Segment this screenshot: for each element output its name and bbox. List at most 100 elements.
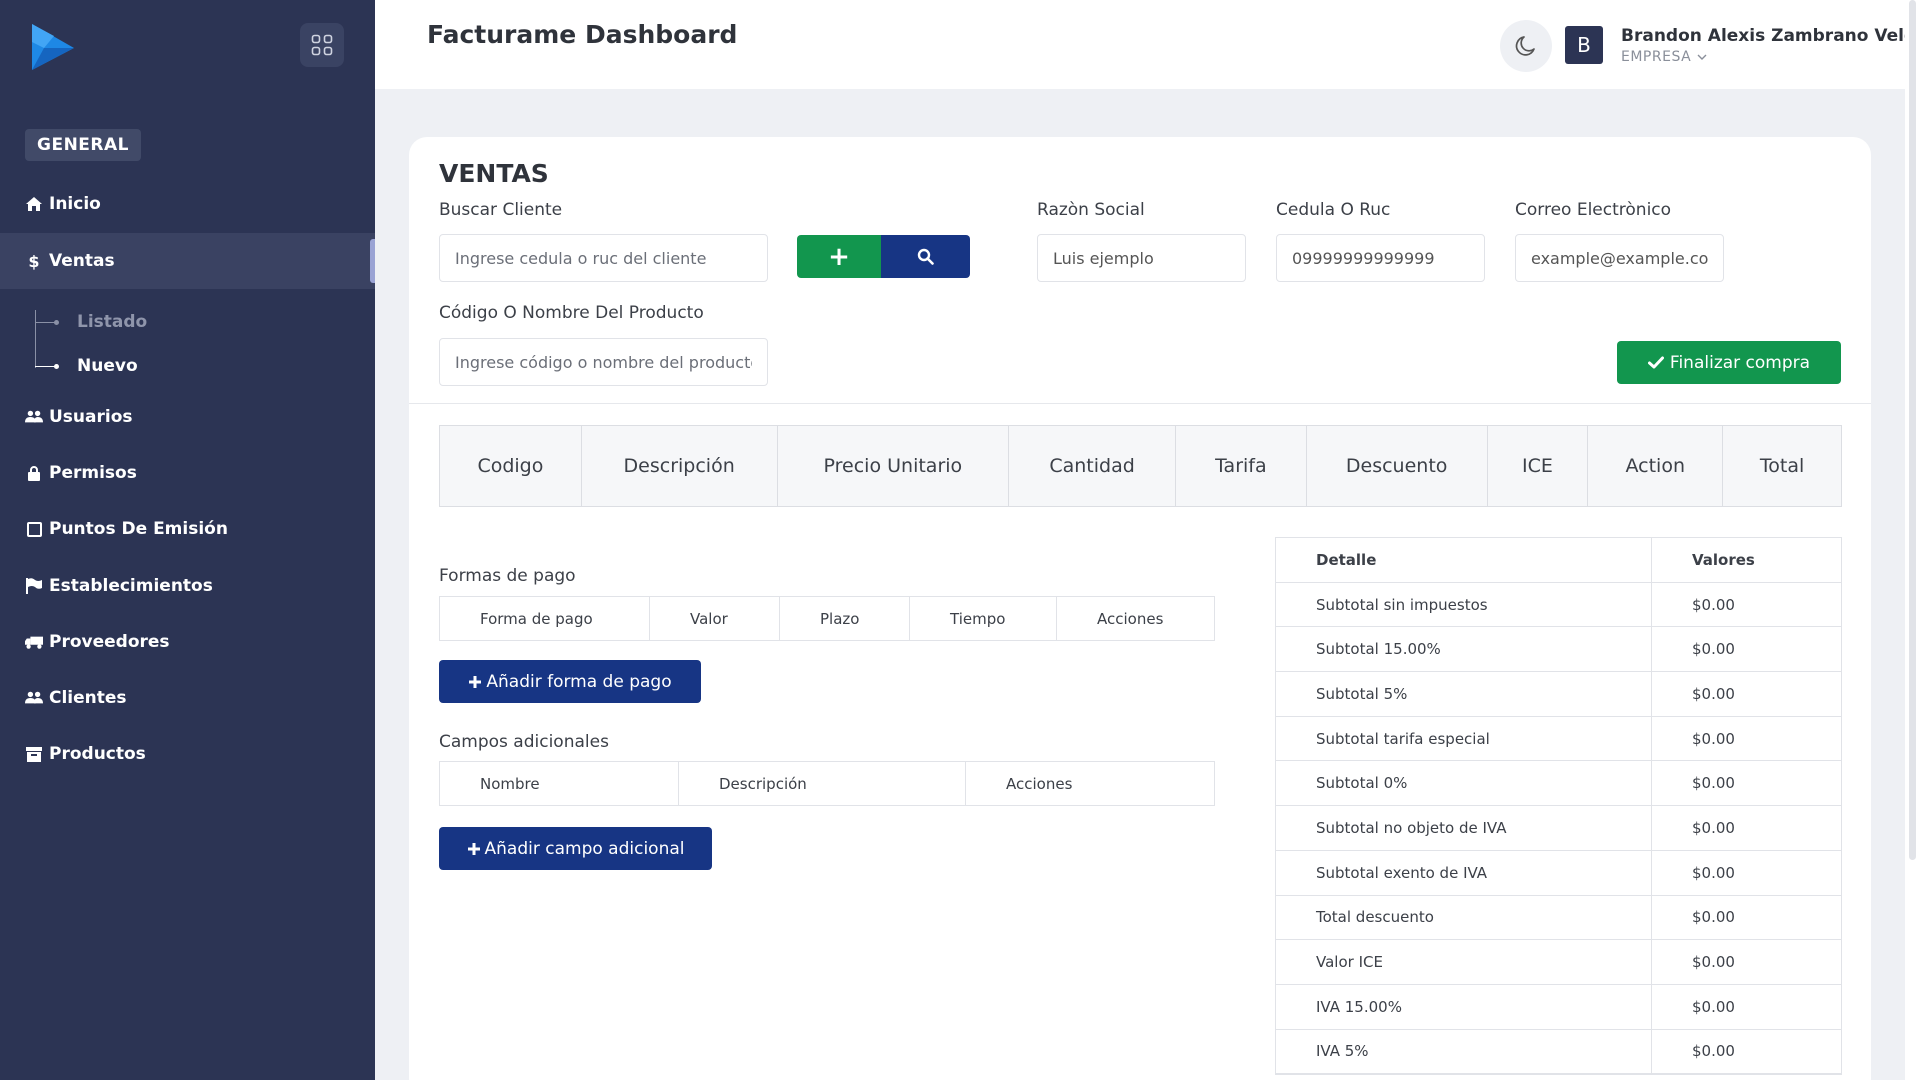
table-row: Subtotal sin impuestos $0.00 [1276, 582, 1841, 628]
totals-value: $0.00 [1692, 729, 1735, 748]
apps-grid-button[interactable] [300, 23, 344, 67]
search-icon [917, 248, 934, 265]
column-header: Descripción [582, 426, 778, 506]
totals-value: $0.00 [1692, 818, 1735, 837]
app-logo-icon[interactable] [28, 22, 76, 72]
sidebar-item-label: Establecimientos [49, 576, 213, 596]
sidebar-item-proveedores[interactable]: Proveedores [0, 614, 375, 670]
top-header: Facturame Dashboard B Brandon Alexis Zam… [375, 0, 1920, 89]
sidebar-item-usuarios[interactable]: Usuarios [0, 389, 375, 445]
buscar-cliente-input[interactable] [439, 234, 768, 282]
sidebar-item-ventas[interactable]: $ Ventas [0, 233, 375, 289]
correo-input[interactable] [1515, 234, 1724, 282]
dollar-icon: $ [28, 251, 40, 271]
finalizar-compra-button[interactable]: Finalizar compra [1617, 341, 1841, 384]
users-icon [25, 409, 43, 425]
column-header: Tiempo [910, 597, 1057, 640]
submenu-label: Listado [77, 312, 148, 332]
avatar[interactable]: B [1565, 26, 1603, 64]
sidebar-item-inicio[interactable]: Inicio [0, 176, 375, 232]
sidebar-item-label: Ventas [49, 251, 115, 271]
grid-icon [311, 34, 333, 56]
ventas-card: VENTAS Buscar Cliente + Razòn Social Ced… [409, 137, 1871, 1080]
theme-toggle-button[interactable] [1500, 20, 1552, 72]
divider [409, 403, 1871, 404]
sidebar-item-establecimientos[interactable]: Establecimientos [0, 558, 375, 614]
moon-icon [1515, 36, 1535, 56]
plus-icon [467, 842, 480, 855]
archive-icon [25, 746, 43, 762]
add-campo-adicional-button[interactable]: Añadir campo adicional [439, 827, 712, 870]
page-scrollbar-thumb[interactable] [1909, 0, 1916, 860]
formas-pago-title: Formas de pago [439, 566, 576, 586]
lock-icon [25, 465, 43, 481]
table-row: Subtotal exento de IVA $0.00 [1276, 850, 1841, 896]
sidebar-item-permisos[interactable]: Permisos [0, 445, 375, 501]
totals-label: Subtotal exento de IVA [1276, 850, 1652, 895]
table-row: IVA 15.00% $0.00 [1276, 984, 1841, 1030]
sidebar-item-label: Productos [49, 744, 146, 764]
correo-label: Correo Electrònico [1515, 200, 1672, 220]
producto-input[interactable] [439, 338, 768, 386]
totals-value: $0.00 [1692, 640, 1735, 659]
totals-value: $0.00 [1692, 997, 1735, 1016]
column-header: Detalle [1276, 538, 1652, 582]
column-header: Total [1759, 455, 1805, 477]
campos-adicionales-title: Campos adicionales [439, 732, 609, 752]
column-header: Cantidad [1009, 426, 1176, 506]
add-forma-pago-button[interactable]: Añadir forma de pago [439, 660, 701, 703]
sidebar: GENERAL Inicio $ Ventas Listado Nuevo Us… [0, 0, 375, 1080]
table-row: Subtotal tarifa especial $0.00 [1276, 716, 1841, 762]
cedula-ruc-input[interactable] [1276, 234, 1485, 282]
sidebar-item-productos[interactable]: Productos [0, 726, 375, 782]
truck-icon [25, 635, 43, 650]
users-icon [25, 690, 43, 706]
totals-label: Subtotal 15.00% [1276, 627, 1652, 672]
product-table-header: Codigo Descripción Precio Unitario Canti… [439, 425, 1842, 507]
totals-label: IVA 5% [1276, 1029, 1652, 1074]
user-role-dropdown[interactable]: EMPRESA [1621, 49, 1708, 65]
table-row: IVA 5% $0.00 [1276, 1029, 1841, 1075]
sidebar-item-puntos-emision[interactable]: Puntos De Emisión [0, 501, 375, 557]
totals-label: Subtotal no objeto de IVA [1276, 806, 1652, 850]
chevron-down-icon [1697, 54, 1707, 60]
sidebar-item-clientes[interactable]: Clientes [0, 670, 375, 726]
table-row: Subtotal 0% $0.00 [1276, 761, 1841, 807]
user-name[interactable]: Brandon Alexis Zambrano Velez [1621, 26, 1920, 46]
column-header: Acciones [1006, 774, 1073, 793]
table-row: Subtotal 5% $0.00 [1276, 672, 1841, 717]
add-campo-adicional-label: Añadir campo adicional [484, 838, 685, 859]
flag-icon [25, 578, 43, 594]
totals-label: Subtotal tarifa especial [1276, 716, 1652, 761]
search-client-button[interactable] [881, 235, 970, 278]
column-header: Forma de pago [440, 597, 650, 640]
submenu-item-listado[interactable]: Listado [35, 302, 147, 342]
razon-social-input[interactable] [1037, 234, 1246, 282]
cedula-ruc-label: Cedula O Ruc [1276, 200, 1391, 220]
page-title: Facturame Dashboard [427, 20, 738, 49]
user-role: EMPRESA [1621, 49, 1692, 65]
totals-value: $0.00 [1692, 774, 1735, 793]
column-header: Descuento [1307, 426, 1488, 506]
totals-label: Subtotal 5% [1276, 672, 1652, 716]
totals-table: Detalle Valores Subtotal sin impuestos $0… [1275, 537, 1842, 1076]
formas-pago-table-header: Forma de pago Valor Plazo Tiempo Accione… [439, 596, 1215, 641]
submenu-label: Nuevo [77, 356, 138, 376]
plus-icon [469, 675, 482, 688]
table-row: Valor ICE $0.00 [1276, 940, 1841, 985]
column-header: Nombre [440, 762, 679, 805]
sidebar-item-label: Puntos De Emisión [49, 519, 228, 539]
buscar-cliente-label: Buscar Cliente [439, 200, 563, 220]
totals-label: IVA 15.00% [1276, 984, 1652, 1029]
add-client-button[interactable]: + [797, 235, 881, 278]
totals-label: Subtotal sin impuestos [1276, 582, 1652, 627]
check-icon [1647, 356, 1664, 369]
sidebar-item-label: Usuarios [49, 407, 133, 427]
column-header: Codigo [440, 426, 582, 506]
column-header: Precio Unitario [778, 426, 1010, 506]
totals-value: $0.00 [1692, 908, 1735, 927]
ventas-title: VENTAS [439, 159, 549, 188]
table-row: Subtotal 15.00% $0.00 [1276, 627, 1841, 673]
submenu-item-nuevo[interactable]: Nuevo [35, 346, 138, 386]
column-header: Plazo [780, 597, 910, 640]
